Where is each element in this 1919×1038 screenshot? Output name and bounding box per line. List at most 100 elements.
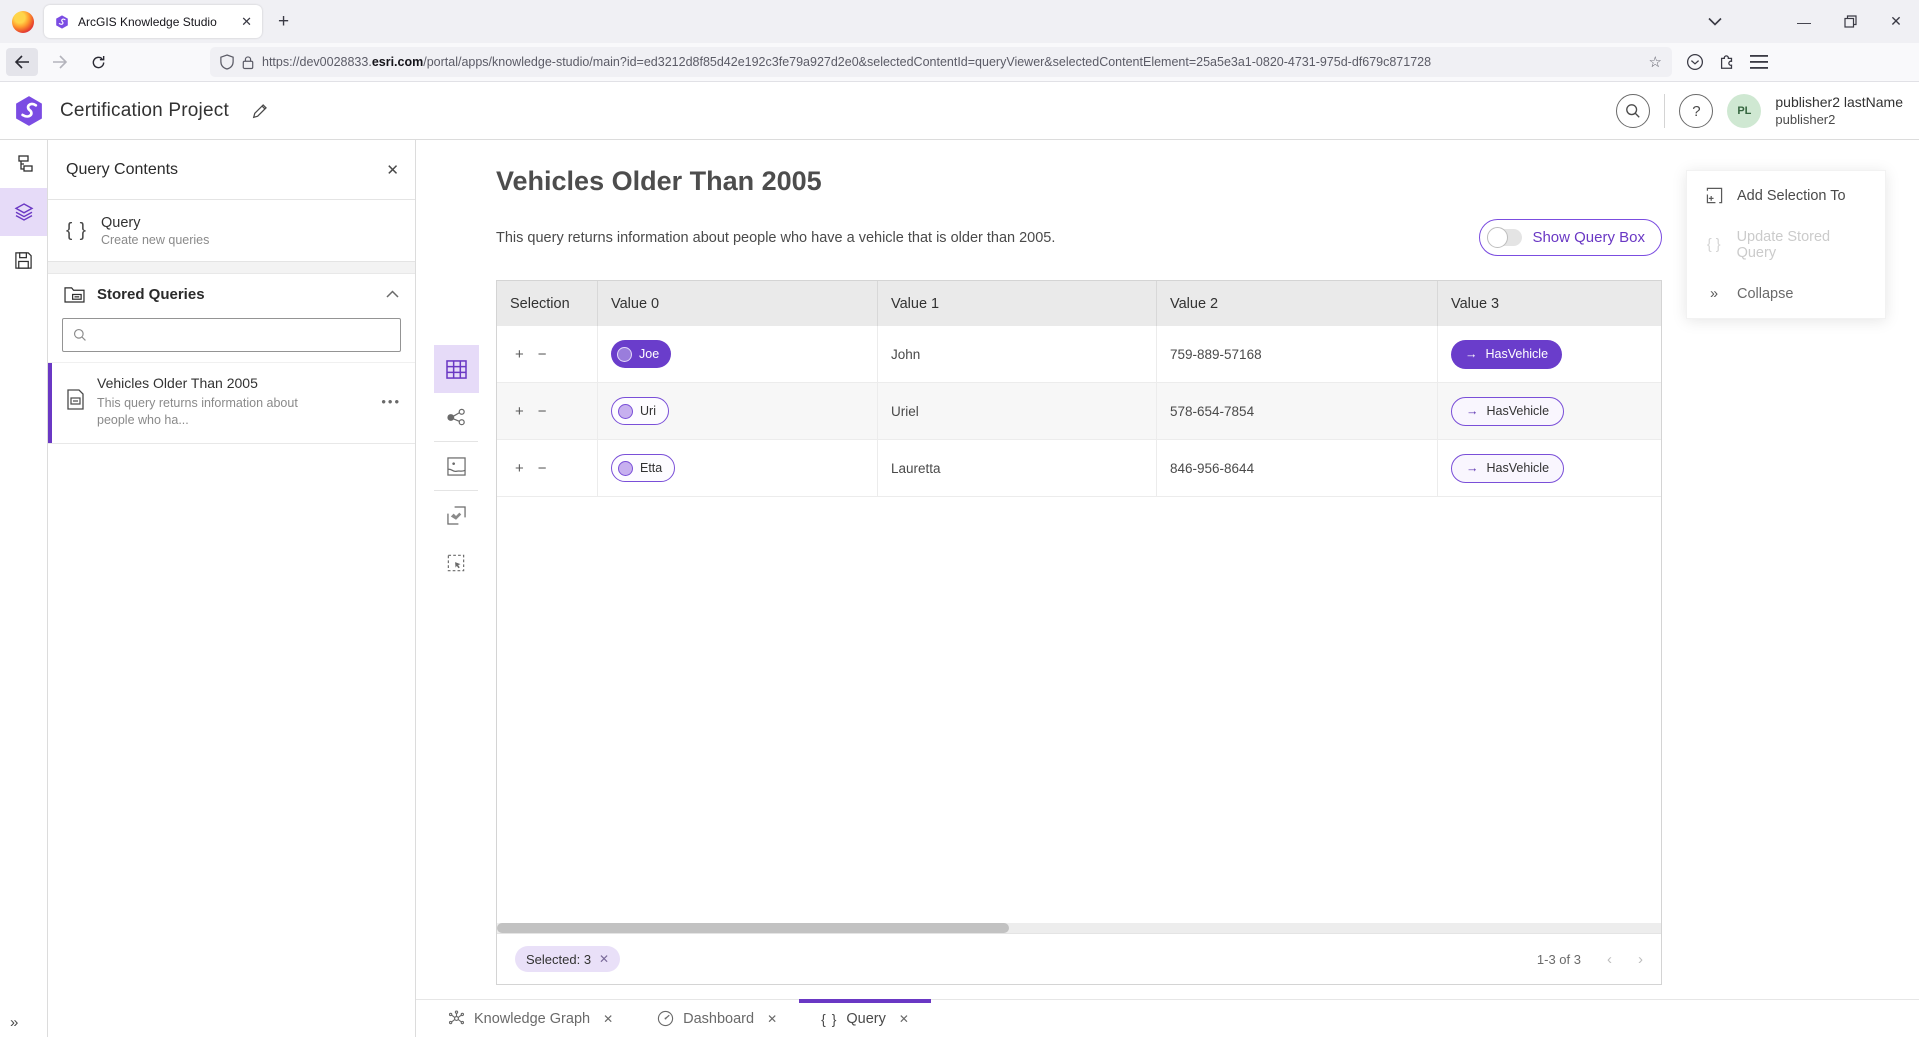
relation-pill[interactable]: →HasVehicle [1451, 340, 1562, 369]
tab-list-chevron-icon[interactable] [1697, 0, 1733, 43]
query-create-item[interactable]: { } Query Create new queries [48, 200, 415, 262]
col-value3: Value 3 [1438, 281, 1661, 326]
search-button[interactable] [1616, 94, 1650, 128]
window-close-button[interactable]: ✕ [1873, 0, 1919, 43]
relation-pill[interactable]: →HasVehicle [1451, 397, 1564, 426]
tab-query[interactable]: { } Query ✕ [799, 1000, 931, 1037]
table-view-button[interactable] [434, 345, 479, 393]
user-avatar[interactable]: PL [1727, 94, 1761, 128]
table-row[interactable]: +− Joe John 759-889-57168 →HasVehicle [497, 326, 1661, 383]
toggle-label: Show Query Box [1532, 229, 1645, 246]
arrow-right-icon: → [1465, 347, 1478, 361]
tab-label: Dashboard [683, 1011, 754, 1027]
menu-add-selection-to[interactable]: Add Selection To [1687, 171, 1885, 220]
rail-expand-button[interactable]: » [0, 1014, 48, 1031]
entity-pill[interactable]: Joe [611, 340, 671, 368]
map-view-button[interactable] [434, 442, 479, 490]
reload-button[interactable] [82, 48, 114, 76]
horizontal-scrollbar[interactable] [497, 923, 1661, 933]
col-selection: Selection [497, 281, 598, 326]
bookmark-star-icon[interactable]: ☆ [1649, 53, 1662, 71]
panel-close-icon[interactable]: ✕ [386, 161, 399, 179]
selected-count-chip[interactable]: Selected: 3 ✕ [515, 946, 620, 972]
firefox-logo-icon[interactable] [12, 11, 34, 33]
clear-selection-icon[interactable]: ✕ [599, 952, 609, 966]
tab-close-icon[interactable]: ✕ [899, 1012, 909, 1026]
remove-selection-icon[interactable]: − [538, 403, 547, 420]
panel-title: Query Contents [66, 161, 386, 179]
url-bar[interactable]: https://dev0028833.esri.com/portal/apps/… [210, 47, 1672, 77]
extensions-puzzle-icon[interactable] [1718, 53, 1736, 71]
tab-knowledge-graph[interactable]: Knowledge Graph ✕ [426, 1000, 635, 1037]
layers-icon [14, 202, 34, 222]
arcgis-favicon-icon [54, 14, 70, 30]
help-button[interactable]: ? [1679, 94, 1713, 128]
add-selection-icon[interactable]: + [515, 346, 524, 363]
prev-page-icon[interactable]: ‹ [1607, 951, 1612, 968]
user-info[interactable]: publisher2 lastName publisher2 [1775, 94, 1903, 128]
double-chevron-icon: » [1703, 286, 1725, 302]
table-row[interactable]: +− Etta Lauretta 846-956-8644 →HasVehicl… [497, 440, 1661, 497]
item-overflow-menu-icon[interactable]: ••• [381, 394, 401, 409]
viewer-tool-rail [416, 140, 496, 999]
add-to-map-button[interactable] [434, 491, 479, 539]
selection-tool-button[interactable] [434, 539, 479, 587]
entity-dot-icon [617, 347, 632, 362]
window-restore-button[interactable] [1827, 0, 1873, 43]
entity-pill[interactable]: Etta [611, 454, 675, 482]
selected-count-label: Selected: 3 [526, 952, 591, 967]
add-selection-icon[interactable]: + [515, 460, 524, 477]
table-row[interactable]: +− Uri Uriel 578-654-7854 →HasVehicle [497, 383, 1661, 440]
stored-queries-title: Stored Queries [97, 286, 374, 303]
arrow-right-icon: → [1466, 404, 1479, 418]
braces-icon: { } [66, 220, 87, 242]
col-value0: Value 0 [598, 281, 878, 326]
stored-query-description: This query returns information about peo… [97, 395, 307, 429]
entity-pill[interactable]: Uri [611, 397, 669, 425]
cell-value1: Uriel [878, 383, 1157, 439]
chevron-up-icon[interactable] [386, 290, 399, 298]
stored-queries-search[interactable] [62, 318, 401, 352]
rail-contents-button[interactable] [0, 188, 47, 236]
rail-save-button[interactable] [0, 236, 47, 284]
project-title: Certification Project [60, 100, 229, 122]
tab-close-icon[interactable]: ✕ [767, 1012, 777, 1026]
add-selection-icon[interactable]: + [515, 403, 524, 420]
lock-icon[interactable] [242, 55, 254, 70]
link-chart-button[interactable] [434, 393, 479, 441]
search-input[interactable] [95, 328, 390, 343]
menu-collapse[interactable]: » Collapse [1687, 269, 1885, 318]
new-tab-button[interactable]: + [278, 11, 289, 33]
tab-dashboard[interactable]: Dashboard ✕ [635, 1000, 799, 1037]
edit-pencil-icon[interactable] [251, 102, 269, 120]
cell-value1: John [878, 326, 1157, 382]
query-viewer: Vehicles Older Than 2005 This query retu… [496, 140, 1662, 999]
shield-icon[interactable] [220, 54, 234, 70]
url-text: https://dev0028833.esri.com/portal/apps/… [262, 55, 1641, 69]
menu-update-stored-query[interactable]: { } Update Stored Query [1687, 220, 1885, 269]
tab-label: Knowledge Graph [474, 1011, 590, 1027]
save-floppy-icon [14, 251, 33, 270]
query-contents-panel: Query Contents ✕ { } Query Create new qu… [48, 140, 416, 1037]
rail-data-model-button[interactable] [0, 140, 47, 188]
relation-pill[interactable]: →HasVehicle [1451, 454, 1564, 483]
stored-query-item[interactable]: Vehicles Older Than 2005 This query retu… [48, 362, 415, 444]
pocket-icon[interactable] [1686, 53, 1704, 71]
remove-selection-icon[interactable]: − [538, 346, 547, 363]
folder-icon [64, 285, 85, 303]
browser-tab[interactable]: ArcGIS Knowledge Studio ✕ [44, 5, 262, 38]
remove-selection-icon[interactable]: − [538, 460, 547, 477]
stored-queries-header[interactable]: Stored Queries [48, 274, 415, 314]
next-page-icon[interactable]: › [1638, 951, 1643, 968]
forward-button[interactable] [44, 48, 76, 76]
tab-close-icon[interactable]: ✕ [241, 14, 252, 30]
braces-icon: { } [821, 1011, 837, 1027]
back-button[interactable] [6, 48, 38, 76]
tab-label: Query [846, 1011, 886, 1027]
bottom-tabbar: Knowledge Graph ✕ Dashboard ✕ { } Query … [416, 999, 1919, 1037]
window-minimize-button[interactable]: — [1781, 0, 1827, 43]
menu-hamburger-icon[interactable] [1750, 55, 1768, 69]
show-query-box-toggle[interactable]: Show Query Box [1479, 219, 1662, 256]
scrollbar-thumb[interactable] [497, 923, 1009, 933]
tab-close-icon[interactable]: ✕ [603, 1012, 613, 1026]
